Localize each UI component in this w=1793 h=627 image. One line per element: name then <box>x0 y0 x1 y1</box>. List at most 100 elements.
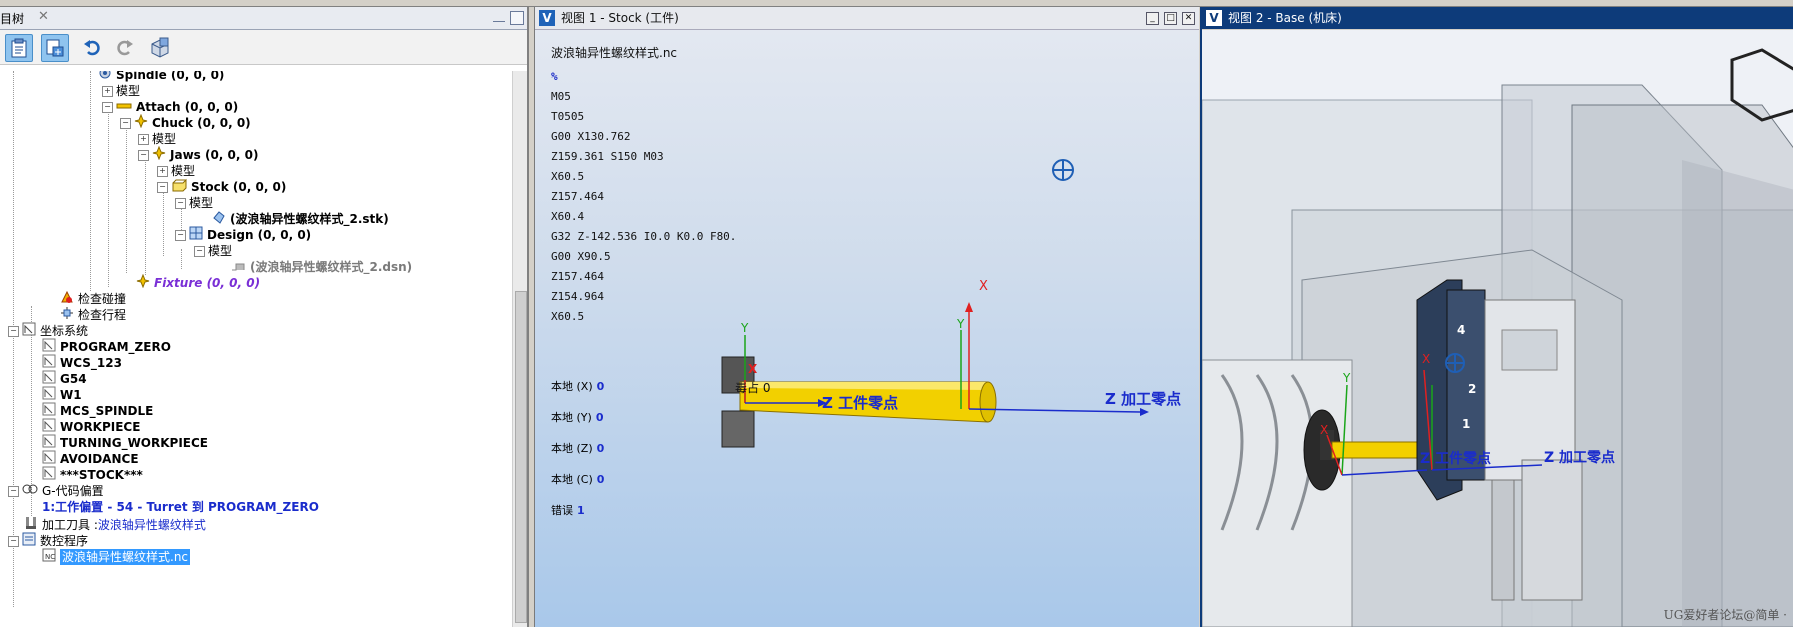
vericut-logo-icon: V <box>1206 10 1222 26</box>
tree-node-chuck[interactable]: − Chuck (0, 0, 0) <box>120 113 251 132</box>
tree-node-csys[interactable]: G54 <box>42 370 87 387</box>
view1-y-axis-label: Y <box>740 321 749 335</box>
restore-panel-icon[interactable] <box>510 11 524 25</box>
minimize-panel-icon[interactable] <box>493 21 505 22</box>
view1-y-axis-label-2: Y <box>956 317 965 331</box>
tree-node-spindle[interactable]: Spindle (0, 0, 0) <box>98 71 224 83</box>
tree-node-csys[interactable]: W1 <box>42 386 82 403</box>
view2-crosshair-icon[interactable] <box>1445 353 1465 373</box>
tree-node-model[interactable]: + 模型 <box>157 163 195 179</box>
add-component-button[interactable] <box>41 34 69 62</box>
csys-icon <box>42 466 56 484</box>
tree-node-label: 数控程序 <box>40 534 89 548</box>
collapse-icon[interactable]: − <box>102 101 113 113</box>
view2-x-axis-label-2: X <box>1422 352 1430 366</box>
project-tree-tab[interactable]: 目树 ✕ <box>0 7 527 30</box>
tree-node-label: 检查行程 <box>78 308 127 322</box>
expand-icon[interactable]: + <box>157 165 168 177</box>
tree-node-label: PROGRAM_ZERO <box>60 340 171 354</box>
tree-node-label: 模型 <box>171 164 196 178</box>
maximize-icon[interactable]: □ <box>1164 12 1177 25</box>
collapse-icon[interactable]: − <box>8 485 19 497</box>
collapse-icon[interactable]: − <box>194 245 205 257</box>
tree-node-csys[interactable]: AVOIDANCE <box>42 450 139 467</box>
tree-node-tool[interactable]: 加工刀具 : 波浪轴异性螺纹样式 <box>24 517 206 533</box>
tree-node-csys[interactable]: WCS_123 <box>42 354 122 371</box>
tree-node-label: AVOIDANCE <box>60 452 139 466</box>
nc-program-icon <box>22 532 36 550</box>
tree-node-label: 加工刀具 : <box>42 518 98 532</box>
tree-node-label: G54 <box>60 372 87 386</box>
tree-node-model[interactable]: − 模型 <box>194 243 232 259</box>
turret-station-label: 2 <box>1468 382 1476 396</box>
close-tab-icon[interactable]: ✕ <box>38 9 49 24</box>
tree-node-csys[interactable]: MCS_SPINDLE <box>42 402 154 419</box>
minimize-icon[interactable]: _ <box>1146 12 1159 25</box>
tree-node-csys[interactable]: TURNING_WORKPIECE <box>42 434 208 451</box>
tree-node-label: (波浪轴异性螺纹样式_2.dsn) <box>250 260 413 274</box>
redo-button[interactable] <box>112 34 138 60</box>
tree-node-label: MCS_SPINDLE <box>60 404 154 418</box>
tree-node-dsn-file[interactable]: (波浪轴异性螺纹样式_2.dsn) <box>230 259 412 275</box>
undo-button[interactable] <box>79 34 105 60</box>
tree-toolbar <box>0 30 527 65</box>
project-tree-panel: 目树 ✕ Spindle (0, 0, 0) + 模型 − Attach (0,… <box>0 7 529 627</box>
tree-scrollbar[interactable] <box>512 71 527 627</box>
tree-node-model[interactable]: + 模型 <box>138 131 176 147</box>
design-icon <box>189 226 203 244</box>
tree-node-stock[interactable]: − Stock (0, 0, 0) <box>157 178 287 195</box>
tree-node-jaws[interactable]: − Jaws (0, 0, 0) <box>138 145 258 163</box>
collapse-icon[interactable]: − <box>8 535 19 547</box>
view1-canvas[interactable]: 波浪轴异性螺纹样式.nc % M05 T0505 G00 X130.762 Z1… <box>535 30 1199 627</box>
collapse-icon[interactable]: − <box>138 149 149 161</box>
coordinate-system-icon <box>22 322 36 340</box>
tree-node-work-offset[interactable]: 1:工作偏置 - 54 - Turret 到 PROGRAM_ZERO <box>42 499 319 515</box>
tree-node-label: 模型 <box>208 244 233 258</box>
redo-icon <box>117 40 133 56</box>
nc-file-icon: NC <box>42 548 56 566</box>
view-cube-button[interactable] <box>147 34 173 60</box>
scrollbar-thumb[interactable] <box>515 291 527 623</box>
project-tree: Spindle (0, 0, 0) + 模型 − Attach (0, 0, 0… <box>0 71 510 627</box>
expand-icon[interactable]: + <box>102 85 113 97</box>
turret-station-label: 4 <box>1457 323 1465 337</box>
tree-node-csys[interactable]: PROGRAM_ZERO <box>42 338 171 355</box>
tree-node-coordinate-system[interactable]: − 坐标系统 <box>8 322 88 340</box>
tree-node-model[interactable]: + 模型 <box>102 83 140 99</box>
collapse-icon[interactable]: − <box>120 117 131 129</box>
project-tree-tab-label: 目树 <box>0 12 25 26</box>
crosshair-icon[interactable] <box>1052 159 1074 181</box>
top-menu-strip <box>0 0 1793 7</box>
tree-node-label: Chuck (0, 0, 0) <box>152 116 251 130</box>
expand-icon[interactable]: + <box>138 133 149 145</box>
tree-node-label: Stock (0, 0, 0) <box>191 180 287 194</box>
collapse-icon[interactable]: − <box>175 197 186 209</box>
tree-node-csys[interactable]: ***STOCK*** <box>42 466 143 484</box>
collapse-icon[interactable]: − <box>175 229 186 241</box>
view2-window: V 视图 2 - Base (机床) 4 2 1 Y X Z 工件零点 X Z … <box>1200 7 1793 627</box>
tree-node-csys[interactable]: WORKPIECE <box>42 418 140 435</box>
view2-canvas[interactable]: 4 2 1 Y X Z 工件零点 X Z 加工零点 UG爱好者论坛@简单 · <box>1202 30 1793 627</box>
tree-node-stk-file[interactable]: (波浪轴异性螺纹样式_2.stk) <box>212 211 389 227</box>
tree-node-nc-file[interactable]: NC 波浪轴异性螺纹样式.nc <box>42 548 191 566</box>
view1-titlebar[interactable]: V 视图 1 - Stock (工件) _ □ ✕ <box>535 7 1199 30</box>
tree-node-attach[interactable]: − Attach (0, 0, 0) <box>102 99 238 115</box>
chuck-icon <box>134 113 148 132</box>
tree-node-model[interactable]: − 模型 <box>175 195 213 211</box>
tree-node-design[interactable]: − Design (0, 0, 0) <box>175 226 311 244</box>
project-properties-button[interactable] <box>5 34 33 62</box>
collapse-icon[interactable]: − <box>8 325 19 337</box>
tree-node-fixture[interactable]: Fixture (0, 0, 0) <box>136 273 260 292</box>
view2-titlebar[interactable]: V 视图 2 - Base (机床) <box>1202 7 1793 29</box>
tree-node-collision-check[interactable]: 检查碰撞 <box>60 290 127 307</box>
tree-node-gcode-offset[interactable]: − G-代码偏置 <box>8 483 104 499</box>
fixture-icon <box>136 273 150 292</box>
collapse-icon[interactable]: − <box>157 181 168 193</box>
tree-node-label: 检查碰撞 <box>78 292 127 306</box>
tree-node-travel-check[interactable]: 检查行程 <box>60 307 126 323</box>
view2-y-axis-label: Y <box>1342 371 1351 385</box>
tree-node-nc-program[interactable]: − 数控程序 <box>8 532 89 550</box>
add-component-icon <box>46 39 64 57</box>
tree-guide-line <box>108 107 109 287</box>
close-icon[interactable]: ✕ <box>1182 12 1195 25</box>
